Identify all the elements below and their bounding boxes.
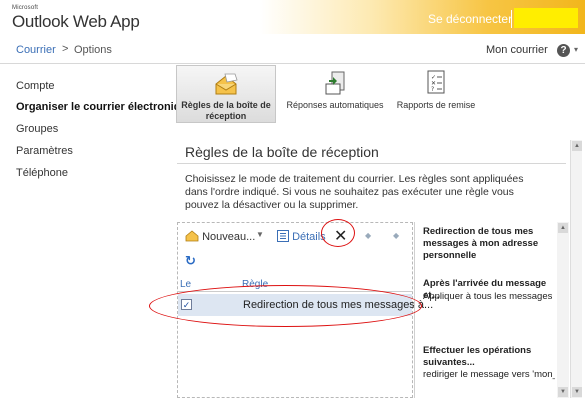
- new-rule-button[interactable]: Nouveau...: [185, 230, 255, 243]
- rules-table-header: Le Règle: [178, 278, 412, 292]
- scroll-down-icon[interactable]: ▼: [572, 387, 582, 397]
- top-bar: Microsoft Outlook Web App Se déconnecter: [0, 0, 585, 38]
- rule-name[interactable]: Redirection de tous mes messages à...: [243, 299, 433, 311]
- column-enabled[interactable]: Le: [180, 279, 191, 290]
- svg-text:?: ?: [431, 86, 434, 93]
- breadcrumb-separator: >: [62, 43, 69, 55]
- detail-scroll-down-icon[interactable]: ▼: [558, 387, 568, 397]
- details-label: Détails: [292, 231, 326, 243]
- nav-item-phone[interactable]: Téléphone: [16, 167, 68, 179]
- detail-title: Redirection de tous mes messages à mon a…: [423, 226, 539, 261]
- header-divider: [511, 10, 512, 28]
- redacted-username: [514, 8, 578, 28]
- nav-item-groups[interactable]: Groupes: [16, 123, 58, 135]
- detail-do-value: rediriger le message vers 'mon_adr_perso…: [423, 369, 555, 380]
- help-icon[interactable]: ?: [557, 44, 570, 57]
- nav-item-organize-mail[interactable]: Organiser le courrier électronique: [16, 101, 193, 113]
- refresh-icon[interactable]: ↻: [185, 253, 196, 269]
- my-mail-link[interactable]: Mon courrier: [486, 44, 548, 56]
- app-logo[interactable]: Microsoft Outlook Web App: [12, 5, 140, 32]
- details-icon: [277, 230, 289, 242]
- breadcrumb-mail-link[interactable]: Courrier: [16, 44, 56, 56]
- breadcrumb-current: Options: [74, 44, 112, 56]
- move-up-icon[interactable]: ◆: [365, 231, 371, 240]
- delivery-reports-icon: ✓ ✕ ?: [427, 70, 445, 94]
- rules-toolbar: Nouveau... ▼ Détails ✕ ◆ ◆ ↻: [177, 222, 413, 272]
- app-title: Outlook Web App: [12, 12, 140, 31]
- nav-item-settings[interactable]: Paramètres: [16, 145, 73, 157]
- delete-rule-icon[interactable]: ✕: [334, 226, 347, 246]
- rule-enabled-checkbox[interactable]: ✓: [181, 299, 192, 310]
- auto-reply-icon: [325, 71, 345, 95]
- details-button[interactable]: Détails: [277, 230, 326, 243]
- page-title: Règles de la boîte de réception: [185, 144, 379, 160]
- column-rule[interactable]: Règle: [242, 279, 268, 290]
- tab-inbox-rules-label: Règles de la boîte de réception: [181, 100, 271, 121]
- tab-delivery-reports-label: Rapports de remise: [396, 100, 476, 110]
- page-scrollbar[interactable]: ▲ ▼: [570, 140, 582, 398]
- new-rule-icon: [185, 230, 199, 242]
- new-rule-dropdown-icon[interactable]: ▼: [256, 230, 264, 239]
- tab-delivery-reports[interactable]: ✓ ✕ ? Rapports de remise: [392, 70, 480, 111]
- scroll-up-icon[interactable]: ▲: [572, 141, 582, 151]
- chevron-down-icon[interactable]: ▾: [574, 45, 578, 54]
- breadcrumb: Courrier > Options Mon courrier ? ▾: [0, 38, 585, 64]
- detail-when-value: Appliquer à tous les messages: [423, 291, 553, 302]
- nav-item-account[interactable]: Compte: [16, 80, 55, 92]
- tab-inbox-rules[interactable]: Règles de la boîte de réception: [178, 70, 274, 122]
- detail-scroll-up-icon[interactable]: ▲: [558, 223, 568, 233]
- new-rule-label: Nouveau...: [202, 231, 256, 243]
- move-down-icon[interactable]: ◆: [393, 231, 399, 240]
- brand-small: Microsoft: [12, 5, 39, 11]
- tab-auto-replies-label: Réponses automatiques: [286, 100, 384, 110]
- panel-description: Choisissez le mode de traitement du cour…: [185, 173, 524, 211]
- tab-auto-replies[interactable]: Réponses automatiques: [283, 70, 387, 111]
- detail-do-heading: Effectuer les opérations suivantes...: [423, 345, 532, 368]
- signout-link[interactable]: Se déconnecter: [428, 12, 512, 26]
- detail-scrollbar[interactable]: ▲ ▼: [557, 222, 569, 398]
- inbox-rules-icon: [215, 73, 238, 95]
